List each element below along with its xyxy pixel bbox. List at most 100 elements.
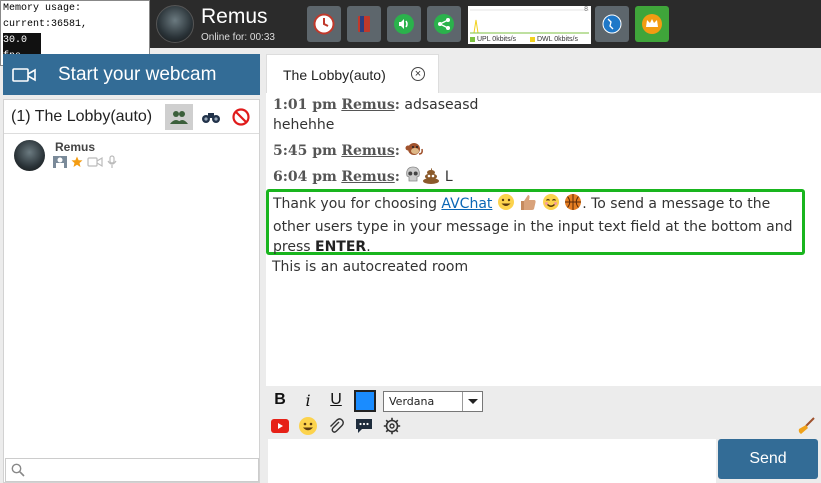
online-time: Online for: 00:33 (201, 32, 275, 43)
chat-message: 1:01 pm Remus: adsaseasd (273, 97, 478, 113)
message-user[interactable]: Remus (341, 169, 394, 185)
crown-button[interactable] (635, 6, 669, 42)
message-colon: : (394, 143, 400, 159)
microphone-icon (107, 155, 117, 169)
message-text: hehehhe (273, 117, 335, 133)
globe-icon (602, 14, 622, 34)
start-webcam-label: Start your webcam (58, 63, 217, 85)
clock-icon (313, 13, 335, 35)
private-chat-button[interactable] (354, 416, 374, 436)
send-button[interactable]: Send (718, 439, 818, 479)
paperclip-icon (330, 418, 344, 433)
basketball-emoji-icon (564, 193, 582, 217)
user-badges (53, 155, 117, 169)
youtube-button[interactable] (270, 416, 290, 436)
blocked-users-button[interactable] (227, 104, 255, 130)
globe-button[interactable] (595, 6, 629, 42)
share-button[interactable] (427, 6, 461, 42)
chat-messages: 1:01 pm Remus: adsaseasd hehehhe 5:45 pm… (266, 93, 821, 386)
webcam-icon (12, 67, 36, 82)
chat-message: 5:45 pm Remus: (273, 140, 424, 162)
watchers-button[interactable] (197, 104, 225, 130)
top-bar: Memory usage: current:36581, 30.0 fps Re… (0, 0, 821, 66)
skull-emoji-icon (404, 166, 422, 188)
star-icon (71, 156, 83, 168)
message-composer: B i U Verdana Send (266, 386, 821, 483)
bandwidth-graph: 8 UPL 0kbits/s DWL 0kbits/s (468, 6, 591, 44)
user-name: Remus (201, 5, 268, 28)
speech-bubble-icon (356, 419, 372, 433)
youtube-icon (271, 419, 289, 433)
welcome-message: Thank you for choosing AVChat . To send … (266, 189, 805, 255)
gear-icon (383, 417, 401, 435)
tab-lobby[interactable]: The Lobby(auto) × (266, 54, 439, 94)
message-input[interactable] (268, 439, 716, 483)
user-list-name: Remus (55, 140, 96, 154)
message-user[interactable]: Remus (341, 97, 394, 113)
italic-button[interactable]: i (298, 391, 318, 410)
download-swatch (530, 37, 535, 42)
users-icon (170, 111, 188, 124)
avchat-link[interactable]: AVChat (441, 196, 492, 212)
tab-close-icon[interactable]: × (411, 67, 425, 81)
thumbs-up-emoji-icon (519, 193, 537, 217)
start-webcam-button[interactable]: Start your webcam (3, 54, 260, 95)
emoji-button[interactable] (298, 416, 318, 436)
text-color-picker[interactable] (354, 390, 376, 412)
chat-message: 6:04 pm Remus: L (273, 166, 453, 188)
bandwidth-plot (470, 9, 589, 34)
upload-swatch (470, 37, 475, 42)
poop-emoji-icon (422, 166, 440, 188)
user-search-input[interactable] (5, 458, 259, 482)
memory-text: Memory usage: current:36581, (3, 3, 88, 30)
message-time: 6:04 pm (273, 169, 337, 185)
grinning-emoji-icon (497, 193, 515, 217)
users-tab-button[interactable] (165, 104, 193, 130)
welcome-suffix: . (366, 239, 371, 255)
underline-button[interactable]: U (326, 391, 346, 409)
font-select[interactable]: Verdana (383, 391, 483, 412)
monkey-emoji-icon (404, 140, 424, 162)
message-time: 5:45 pm (273, 143, 337, 159)
welcome-prefix: Thank you for choosing (273, 196, 442, 212)
block-icon (232, 108, 250, 126)
flag-icon (53, 156, 67, 168)
crown-icon (642, 14, 662, 34)
attach-button[interactable] (326, 416, 346, 436)
emoji-icon (299, 417, 317, 435)
share-icon (434, 14, 454, 34)
message-text: L (444, 169, 453, 185)
speaker-button[interactable] (387, 6, 421, 42)
chat-message-continuation: hehehhe (273, 117, 334, 133)
upload-label: UPL 0kbits/s (477, 36, 517, 43)
chevron-down-icon (462, 392, 482, 411)
font-select-value: Verdana (389, 395, 435, 408)
camera-icon (87, 156, 103, 168)
user-list-panel: (1) The Lobby(auto) Remus (3, 99, 260, 483)
binoculars-icon (202, 113, 220, 123)
message-time: 1:01 pm (273, 97, 337, 113)
tab-label: The Lobby(auto) (283, 67, 386, 83)
settings-button[interactable] (382, 416, 402, 436)
room-header: (1) The Lobby(auto) (4, 100, 259, 134)
book-button[interactable] (347, 6, 381, 42)
bold-button[interactable]: B (270, 391, 290, 409)
book-icon (358, 16, 370, 32)
user-avatar[interactable] (156, 5, 194, 43)
user-list-avatar (14, 140, 45, 171)
room-title: (1) The Lobby(auto) (11, 108, 153, 125)
clear-chat-button[interactable] (797, 417, 815, 440)
user-list-item[interactable]: Remus (14, 140, 254, 172)
download-label: DWL 0kbits/s (537, 36, 578, 43)
message-text: adsaseasd (404, 97, 479, 113)
speaker-icon (394, 14, 414, 34)
upload-legend: UPL 0kbits/s (470, 36, 516, 43)
smiling-emoji-icon (542, 193, 560, 217)
message-user[interactable]: Remus (341, 143, 394, 159)
autocreated-notice: This is an autocreated room (272, 259, 469, 275)
message-colon: : (394, 169, 400, 185)
welcome-enter: ENTER (315, 239, 367, 255)
message-colon: : (394, 97, 400, 113)
clock-button[interactable] (307, 6, 341, 42)
broom-icon (798, 417, 815, 434)
